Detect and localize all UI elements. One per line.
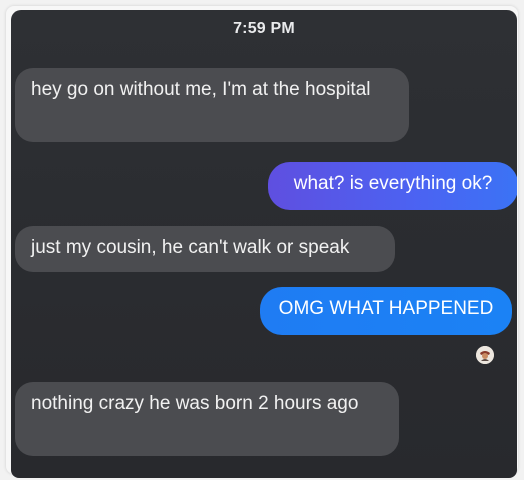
status-time: 7:59 PM <box>233 20 295 37</box>
avatar-read-receipt-icon <box>476 346 494 364</box>
incoming-message[interactable]: just my cousin, he can't walk or speak <box>15 226 395 272</box>
outgoing-message[interactable]: what? is everything ok? <box>268 162 517 210</box>
incoming-message[interactable]: nothing crazy he was born 2 hours ago <box>15 382 399 456</box>
chat-screen[interactable]: 7:59 PM hey go on without me, I'm at the… <box>11 10 517 478</box>
outgoing-message[interactable]: OMG WHAT HAPPENED <box>260 287 512 335</box>
incoming-message[interactable]: hey go on without me, I'm at the hospita… <box>15 68 409 142</box>
screenshot-frame: 7:59 PM hey go on without me, I'm at the… <box>6 6 518 478</box>
